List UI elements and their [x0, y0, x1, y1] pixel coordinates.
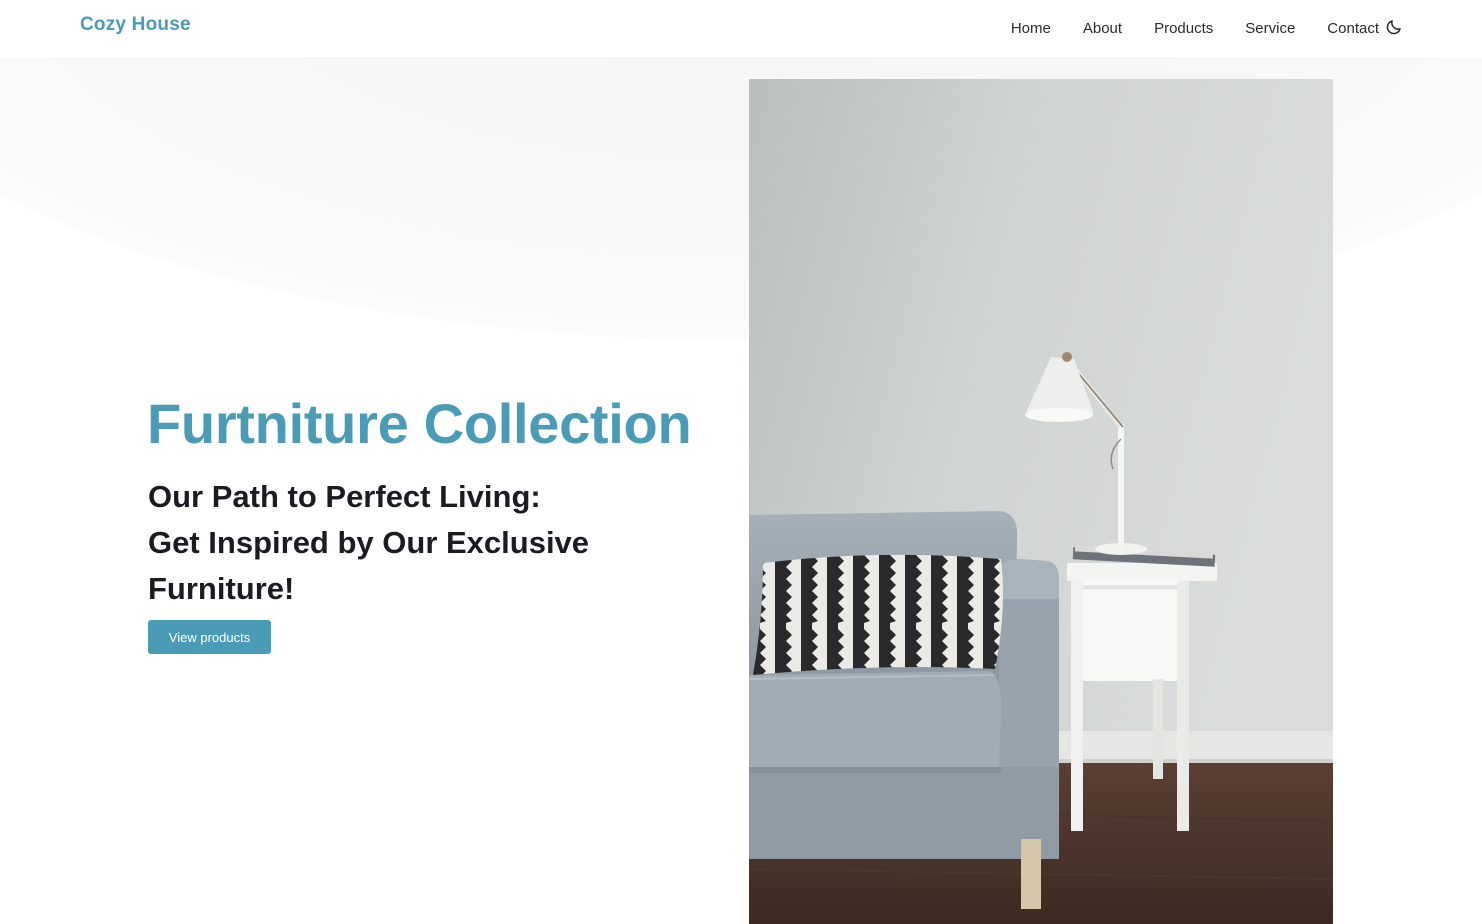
nav-service[interactable]: Service — [1245, 20, 1295, 37]
page: Cozy House Home About Products Service C… — [0, 0, 1482, 924]
brand-logo[interactable]: Cozy House — [80, 14, 191, 36]
hero-subtitle-line: Our Path to Perfect Living: — [148, 479, 541, 514]
hero-subtitle-line: Furniture! — [148, 571, 295, 606]
view-products-button[interactable]: View products — [148, 620, 271, 654]
nav-home[interactable]: Home — [1011, 20, 1051, 37]
hero-subtitle: Our Path to Perfect Living: Get Inspired… — [148, 474, 708, 612]
moon-icon — [1386, 20, 1401, 35]
sofa-lamp-illustration — [749, 79, 1333, 924]
hero-title: Furtniture Collection — [147, 392, 692, 455]
hero-image — [749, 79, 1333, 924]
hero-subtitle-line: Get Inspired by Our Exclusive — [148, 525, 590, 560]
nav-products[interactable]: Products — [1154, 20, 1213, 37]
nav-links: Home About Products Service Contact — [1011, 0, 1379, 57]
nav-about[interactable]: About — [1083, 20, 1122, 37]
navbar: Cozy House Home About Products Service C… — [0, 0, 1482, 57]
nav-contact[interactable]: Contact — [1327, 20, 1379, 37]
theme-toggle-button[interactable] — [1383, 16, 1405, 38]
